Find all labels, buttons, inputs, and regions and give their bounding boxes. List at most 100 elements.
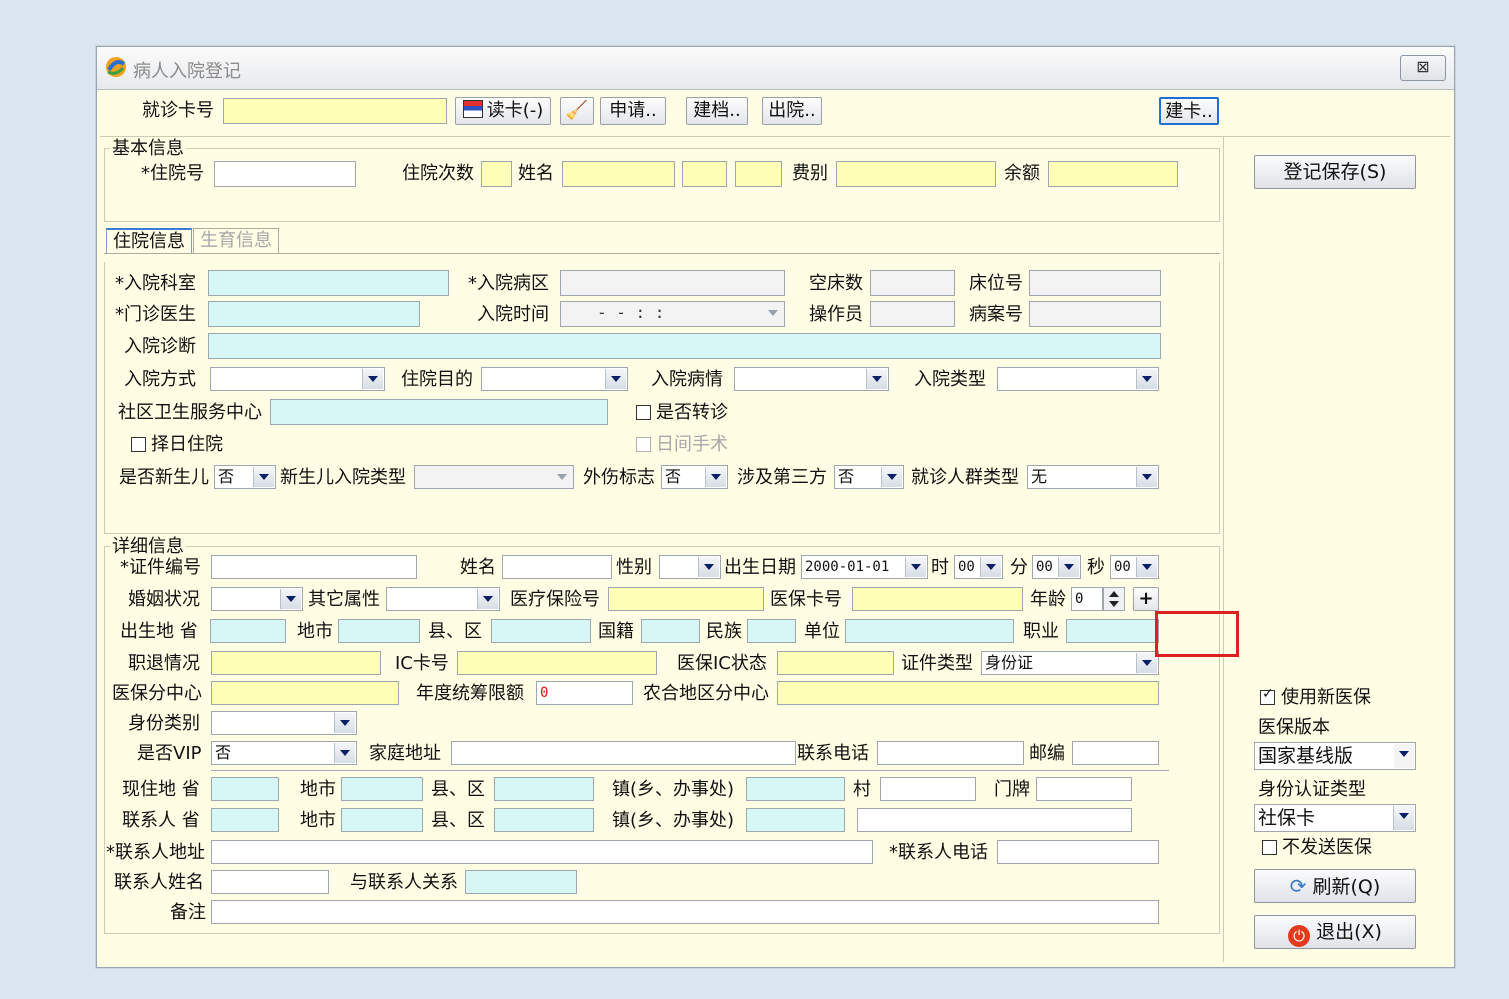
birth-date-picker[interactable]: 2000-01-01: [801, 555, 928, 579]
insurance-no-input[interactable]: [608, 587, 764, 611]
transfer-checkbox[interactable]: [636, 405, 651, 420]
contact-phone-input[interactable]: [997, 840, 1159, 864]
clear-button[interactable]: 🧹: [560, 97, 594, 125]
insurance-card-input[interactable]: [852, 587, 1023, 611]
tab-admission-info[interactable]: 住院信息: [106, 228, 192, 254]
retire-input[interactable]: [211, 651, 381, 675]
cur-town-input[interactable]: [746, 777, 845, 801]
birth-province-input[interactable]: [210, 619, 286, 643]
annual-limit-input[interactable]: 0: [536, 681, 633, 705]
diagnosis-input[interactable]: [208, 333, 1161, 359]
rural-center-label: 农合地区分中心: [643, 683, 769, 704]
contact-county-input[interactable]: [494, 808, 594, 832]
admit-dept-input[interactable]: [208, 270, 449, 296]
nationality-input[interactable]: [641, 619, 700, 643]
use-new-ins-checkbox[interactable]: [1260, 686, 1275, 705]
phone-input[interactable]: [877, 741, 1024, 765]
cur-province-input[interactable]: [211, 777, 279, 801]
ins-center-input[interactable]: [211, 681, 399, 705]
marital-select[interactable]: [211, 587, 303, 611]
cur-county-input[interactable]: [494, 777, 594, 801]
cur-city-input[interactable]: [341, 777, 423, 801]
fee-type-input[interactable]: [836, 161, 996, 187]
address-divider: [211, 770, 1169, 771]
zip-input[interactable]: [1072, 741, 1159, 765]
birth-city-input[interactable]: [338, 619, 420, 643]
newborn-select[interactable]: 否: [214, 465, 276, 489]
operator-input[interactable]: [870, 301, 955, 327]
occupation-input[interactable]: [1066, 619, 1159, 643]
close-button[interactable]: ⊠: [1400, 55, 1446, 81]
birth-county-input[interactable]: [491, 619, 591, 643]
clinic-doctor-input[interactable]: [208, 301, 420, 327]
case-no-input[interactable]: [1029, 301, 1161, 327]
ethnic-input[interactable]: [747, 619, 796, 643]
contact-province-input[interactable]: [211, 808, 279, 832]
sex-select[interactable]: [659, 555, 721, 579]
inpatient-no-input[interactable]: [214, 161, 356, 187]
rural-center-input[interactable]: [777, 681, 1159, 705]
birth-county-label: 县、区: [428, 621, 482, 642]
detail-name-input[interactable]: [502, 555, 612, 579]
refresh-button[interactable]: ⟳ 刷新(Q): [1254, 869, 1416, 903]
relation-input[interactable]: [465, 870, 577, 894]
vip-select[interactable]: 否: [211, 741, 357, 765]
id-type-select[interactable]: 身份证: [981, 651, 1159, 675]
admit-time-picker[interactable]: - - : :: [560, 301, 785, 327]
patient-extra-2-input[interactable]: [735, 161, 782, 187]
balance-input[interactable]: [1048, 161, 1178, 187]
remark-input[interactable]: [211, 900, 1159, 924]
exit-button[interactable]: ⏻ 退出(X): [1254, 915, 1416, 949]
day-surgery-checkbox[interactable]: [636, 437, 651, 452]
contact-city-input[interactable]: [341, 808, 423, 832]
admit-type-select[interactable]: [997, 367, 1159, 391]
empty-beds-input[interactable]: [870, 270, 955, 296]
discharge-button[interactable]: 出院..: [762, 97, 822, 125]
make-card-button[interactable]: 建卡..: [1159, 97, 1219, 125]
second-select[interactable]: 00: [1110, 555, 1159, 579]
crowd-type-select[interactable]: 无: [1027, 465, 1159, 489]
ic-card-input[interactable]: [457, 651, 657, 675]
employer-input[interactable]: [845, 619, 1014, 643]
id-no-input[interactable]: [211, 555, 417, 579]
contact-detail-input[interactable]: [857, 808, 1132, 832]
ins-version-select[interactable]: 国家基线版: [1254, 742, 1416, 770]
age-spinner[interactable]: [1103, 587, 1125, 611]
save-button[interactable]: 登记保存(S): [1254, 155, 1416, 189]
contact-town-input[interactable]: [746, 808, 845, 832]
admit-method-select[interactable]: [210, 367, 385, 391]
third-party-select[interactable]: 否: [834, 465, 904, 489]
age-plus-button[interactable]: +: [1133, 587, 1159, 611]
auth-type-select[interactable]: 社保卡: [1254, 804, 1416, 832]
visit-count-input[interactable]: [481, 161, 512, 187]
condition-select[interactable]: [734, 367, 889, 391]
apply-button[interactable]: 申请..: [600, 97, 666, 125]
patient-extra-1-input[interactable]: [682, 161, 727, 187]
bed-no-input[interactable]: [1029, 270, 1161, 296]
card-no-input[interactable]: [223, 98, 447, 124]
admit-ward-input[interactable]: [560, 270, 785, 296]
village-input[interactable]: [880, 777, 976, 801]
other-attr-select[interactable]: [386, 587, 500, 611]
newborn-type-select[interactable]: [414, 465, 574, 489]
age-input[interactable]: 0: [1071, 587, 1103, 611]
archive-button[interactable]: 建档..: [686, 97, 748, 125]
ic-status-input[interactable]: [777, 651, 894, 675]
minute-select[interactable]: 00: [1032, 555, 1081, 579]
community-input[interactable]: [270, 399, 608, 425]
read-card-button[interactable]: 读卡(-): [455, 97, 551, 125]
no-send-checkbox[interactable]: [1262, 840, 1277, 855]
scheduled-checkbox[interactable]: [131, 437, 146, 452]
tab-birth-info[interactable]: 生育信息: [193, 228, 279, 254]
patient-name-input[interactable]: [562, 161, 675, 187]
house-no-label: 门牌: [994, 779, 1030, 800]
identity-select[interactable]: [211, 711, 357, 735]
house-no-input[interactable]: [1036, 777, 1132, 801]
contact-name-input[interactable]: [211, 870, 329, 894]
home-addr-input[interactable]: [451, 741, 796, 765]
contact-addr-input[interactable]: [211, 840, 873, 864]
hour-select[interactable]: 00: [954, 555, 1003, 579]
chevron-down-icon: [334, 713, 355, 733]
trauma-select[interactable]: 否: [661, 465, 728, 489]
purpose-select[interactable]: [481, 367, 628, 391]
